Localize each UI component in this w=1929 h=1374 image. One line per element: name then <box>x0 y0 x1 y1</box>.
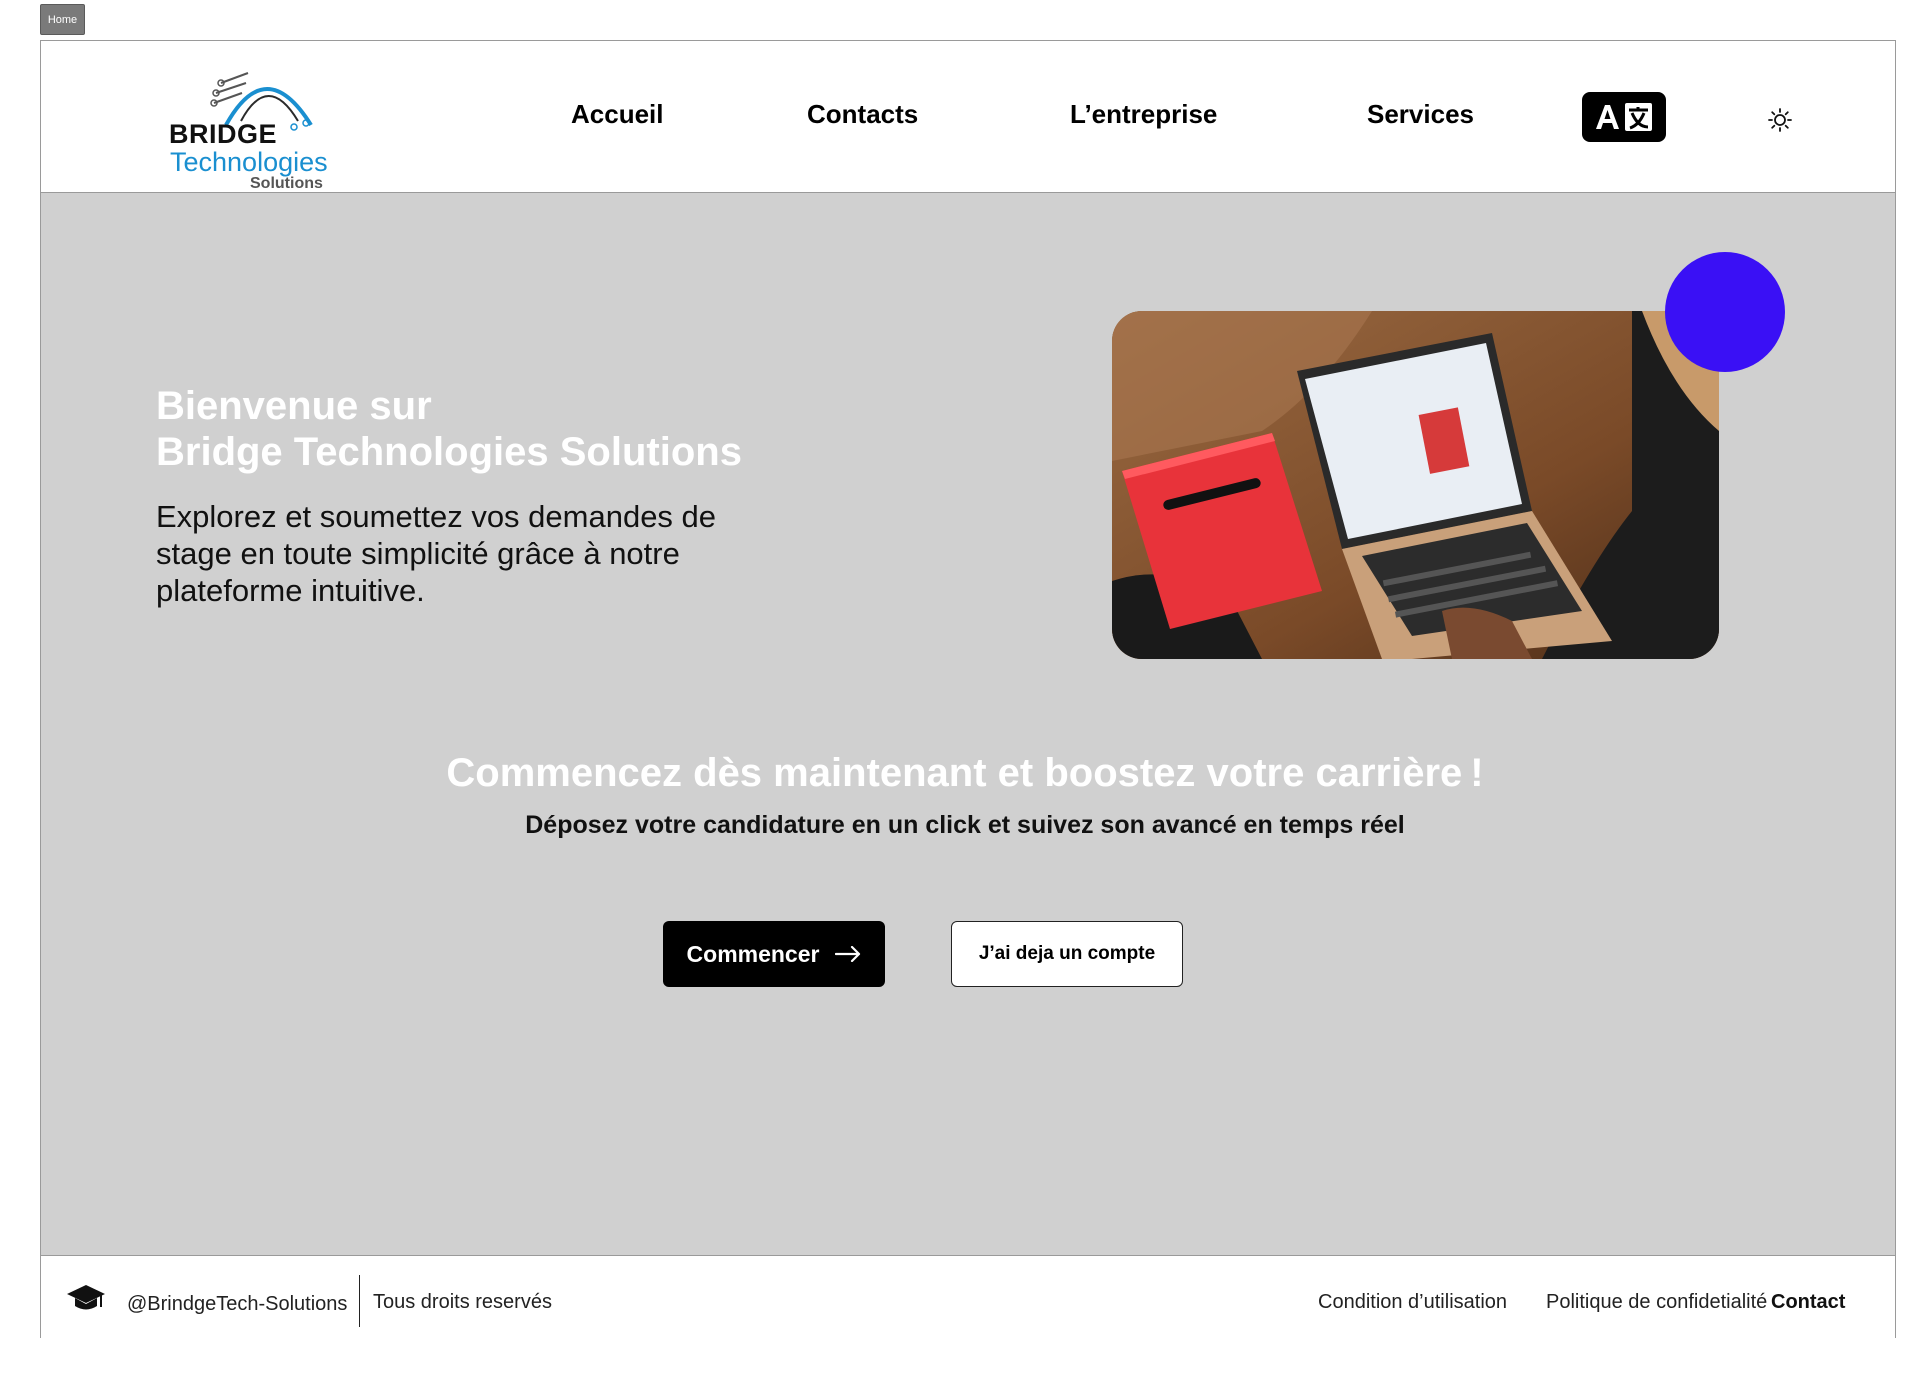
nav-item-entreprise[interactable]: L’entreprise <box>1070 99 1217 130</box>
footer-link-contact[interactable]: Contact <box>1771 1291 1845 1314</box>
copyright-text: Tous droits reservés <box>373 1291 552 1313</box>
hero-title: Bienvenue sur Bridge Technologies Soluti… <box>156 383 742 475</box>
hero-section: Bienvenue sur Bridge Technologies Soluti… <box>41 193 1895 1256</box>
page-tag: Home <box>40 4 85 35</box>
hero-title-line2: Bridge Technologies Solutions <box>156 430 742 474</box>
nav-item-contacts[interactable]: Contacts <box>807 99 918 130</box>
start-button[interactable]: Commencer <box>663 921 885 987</box>
logo-text-technologies: Technologies <box>170 147 328 177</box>
footer-link-terms[interactable]: Condition d’utilisation <box>1318 1291 1507 1314</box>
translate-icon <box>1596 103 1652 131</box>
footer-divider <box>359 1275 360 1327</box>
login-button[interactable]: J’ai deja un compte <box>951 921 1183 987</box>
laptop-photo-illustration <box>1112 311 1719 659</box>
nav-item-services[interactable]: Services <box>1367 99 1474 130</box>
app-frame: BRIDGE Technologies Solutions Accueil Co… <box>40 40 1896 1339</box>
start-button-label: Commencer <box>686 940 820 967</box>
theme-toggle-button[interactable] <box>1767 107 1793 133</box>
hero-description: Explorez et soumettez vos demandes de st… <box>156 499 717 608</box>
arrow-right-icon <box>835 946 861 962</box>
logo-text-bridge: BRIDGE <box>169 119 278 149</box>
nav-item-accueil[interactable]: Accueil <box>571 99 664 130</box>
translate-button[interactable] <box>1582 92 1666 142</box>
hero-title-line1: Bienvenue sur <box>156 384 432 428</box>
footer-link-privacy[interactable]: Politique de confidetialité <box>1546 1291 1767 1314</box>
hero-laptop-image <box>1112 311 1719 659</box>
sun-icon <box>1768 108 1792 132</box>
social-handle[interactable]: @BrindgeTech-Solutions <box>127 1293 347 1316</box>
graduation-cap-icon <box>66 1283 106 1318</box>
header: BRIDGE Technologies Solutions Accueil Co… <box>41 41 1895 193</box>
logo[interactable]: BRIDGE Technologies Solutions <box>166 63 346 192</box>
logo-text-solutions: Solutions <box>250 175 323 192</box>
cta-title: Commencez dès maintenant et boostez votr… <box>446 751 1484 795</box>
cta-subtitle: Déposez votre candidature en un click et… <box>525 811 1405 839</box>
footer: @BrindgeTech-Solutions Tous droits reser… <box>41 1256 1895 1339</box>
decorative-dot <box>1665 252 1785 372</box>
